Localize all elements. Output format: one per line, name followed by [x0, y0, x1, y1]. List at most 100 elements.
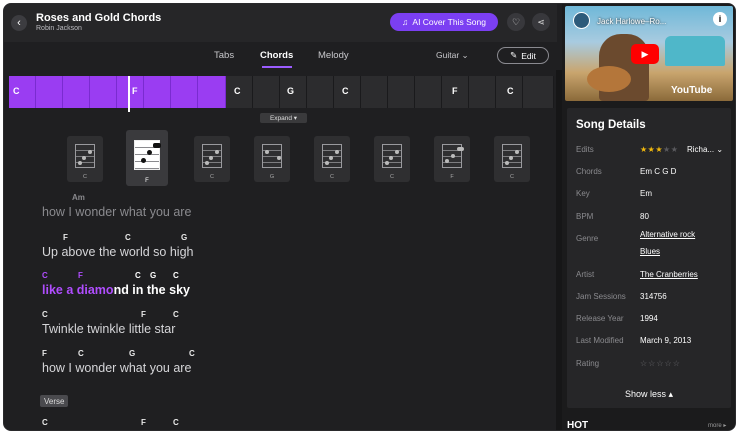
chord-label[interactable]: G: [181, 233, 187, 242]
chord-label[interactable]: C: [173, 418, 179, 427]
chord-label[interactable]: C: [135, 271, 141, 280]
release-year-value: 1994: [640, 314, 658, 323]
star-icon: ★: [670, 145, 679, 154]
timeline-chord: F: [452, 86, 458, 96]
finger-dot: [389, 156, 393, 160]
expand-button[interactable]: Expand ▾: [260, 113, 307, 123]
tab-chords[interactable]: Chords: [260, 50, 293, 61]
finger-dot: [515, 150, 519, 154]
chord-diagram-name: C: [83, 174, 87, 180]
finger-dot: [325, 161, 329, 165]
chord-label[interactable]: C: [173, 310, 179, 319]
chord-row: F C G C: [42, 349, 195, 361]
fretboard-grid: [442, 144, 464, 168]
fretboard-grid: [75, 144, 95, 168]
youtube-logo[interactable]: YouTube: [671, 85, 712, 96]
timeline-beat: [253, 76, 280, 108]
key-value: Em: [640, 189, 652, 198]
song-artist[interactable]: Robin Jackson: [36, 25, 82, 32]
channel-avatar[interactable]: [573, 12, 590, 29]
favorite-button[interactable]: ♡: [507, 13, 525, 31]
chord-diagram[interactable]: F: [434, 136, 470, 182]
pencil-icon: ✎: [510, 50, 518, 60]
playhead[interactable]: [128, 76, 130, 112]
chord-label[interactable]: C: [125, 233, 131, 242]
rating-label: Rating: [576, 359, 600, 368]
app-window: ‹ Roses and Gold Chords Robin Jackson ♫ …: [3, 3, 736, 431]
chord-row: Am: [42, 193, 191, 205]
bpm-value: 80: [640, 212, 649, 221]
chord-label[interactable]: G: [129, 349, 135, 358]
more-link[interactable]: more ▸: [708, 422, 726, 429]
chord-label[interactable]: F: [78, 271, 83, 280]
show-less-button[interactable]: Show less ▴: [567, 389, 731, 400]
edits-author: Richa...: [687, 145, 715, 154]
jam-sessions-label: Jam Sessions: [576, 292, 626, 301]
chevron-down-icon: ⌄: [716, 145, 724, 154]
finger-dot: [205, 161, 209, 165]
video-title[interactable]: Jack Harlowe–Ro...: [597, 17, 666, 26]
lyric-line-current: C F C G C like a diamond in the sky: [42, 271, 190, 297]
artist-link[interactable]: The Cranberries: [640, 270, 698, 279]
chord-diagram-name: C: [390, 174, 394, 180]
chord-label[interactable]: G: [150, 271, 156, 280]
chord-label[interactable]: F: [141, 418, 146, 427]
info-icon[interactable]: i: [713, 12, 727, 26]
timeline-chord: C: [342, 86, 349, 96]
chord-diagram[interactable]: C: [67, 136, 103, 182]
chord-label[interactable]: C: [189, 349, 195, 358]
video-player[interactable]: Jack Harlowe–Ro... i ▶ YouTube: [565, 6, 733, 101]
chord-label[interactable]: C: [173, 271, 179, 280]
rating-stars[interactable]: ☆☆☆☆☆: [640, 359, 681, 368]
tab-melody[interactable]: Melody: [318, 50, 349, 61]
chord-diagram-name: F: [450, 174, 454, 180]
chord-diagram[interactable]: C: [494, 136, 530, 182]
back-button[interactable]: ‹: [11, 15, 27, 31]
edits-select[interactable]: Richa... ⌄: [687, 145, 723, 154]
chord-diagram[interactable]: C: [194, 136, 230, 182]
chord-row: C F C: [42, 310, 179, 322]
fretboard-grid: [502, 144, 522, 168]
star-icon: ★: [655, 145, 664, 154]
chord-label[interactable]: F: [141, 310, 146, 319]
chord-diagram-name: C: [330, 174, 334, 180]
chord-label[interactable]: C: [78, 349, 84, 358]
chord-timeline[interactable]: C F C G C F C: [9, 76, 554, 108]
lyric-line: C F C Twinkle twinkle little star: [42, 310, 179, 336]
chord-label[interactable]: C: [42, 310, 48, 319]
hot-section-title: HOT: [567, 420, 589, 431]
timeline-beat: [90, 76, 117, 108]
genre-link[interactable]: Alternative rock: [640, 230, 695, 239]
genre-link[interactable]: Blues: [640, 247, 660, 256]
tab-tabs[interactable]: Tabs: [214, 50, 234, 61]
song-details-panel: Song Details Edits ★★★★★ Richa... ⌄ Chor…: [567, 108, 731, 408]
chord-label[interactable]: F: [42, 349, 47, 358]
share-button[interactable]: ⋖: [532, 13, 550, 31]
finger-dot: [385, 161, 389, 165]
play-button[interactable]: ▶: [631, 44, 659, 64]
timeline-beat: [388, 76, 415, 108]
chord-diagram-name: C: [210, 174, 214, 180]
chord-label[interactable]: Am: [72, 193, 85, 202]
chord-label[interactable]: F: [63, 233, 68, 242]
timeline-beat: [171, 76, 198, 108]
chord-diagram[interactable]: C: [314, 136, 350, 182]
video-thumbnail-van: [665, 36, 725, 66]
chord-diagram-active[interactable]: F: [126, 130, 168, 186]
view-tabs: Tabs Chords Melody Guitar ⌄ ✎ Edit: [4, 42, 557, 70]
finger-dot: [335, 150, 339, 154]
chord-diagram[interactable]: C: [374, 136, 410, 182]
chord-label[interactable]: C: [42, 418, 48, 427]
chords-value: Em C G D: [640, 167, 677, 176]
instrument-select[interactable]: Guitar ⌄: [436, 50, 469, 61]
edit-button[interactable]: ✎ Edit: [497, 47, 549, 64]
chord-label[interactable]: C: [42, 271, 48, 280]
finger-dot: [329, 156, 333, 160]
timeline-chord: G: [287, 86, 295, 96]
artist-label: Artist: [576, 270, 595, 279]
ai-cover-button[interactable]: ♫ AI Cover This Song: [390, 13, 498, 31]
chord-diagram[interactable]: G: [254, 136, 290, 182]
star-icon: ★: [640, 145, 648, 154]
timeline-beat: [36, 76, 63, 108]
lyric-text: how I wonder what you are: [42, 205, 192, 219]
